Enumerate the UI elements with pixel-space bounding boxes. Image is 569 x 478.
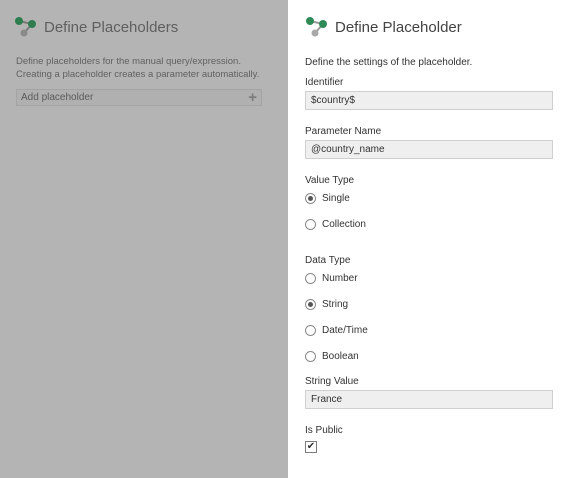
data-type-datetime-radio[interactable]: Date/Time [305,325,368,336]
dialog-header: Define Placeholder [305,15,462,39]
dialog-description: Define the settings of the placeholder. [305,57,473,68]
define-placeholder-dialog: Define Placeholder Define the settings o… [288,0,569,478]
identifier-label: Identifier [305,77,344,88]
value-type-label: Value Type [305,175,355,186]
radio-label: Date/Time [322,325,368,336]
data-type-boolean-radio[interactable]: Boolean [305,351,359,362]
string-value-label: String Value [305,376,359,387]
left-panel-header: Define Placeholders [14,15,178,39]
define-placeholders-panel: Define Placeholders Define placeholders … [0,0,285,478]
description-line-1: Define placeholders for the manual query… [16,56,241,67]
string-value-field[interactable]: France [305,390,553,409]
left-panel-title: Define Placeholders [44,18,179,36]
add-placeholder-label: Add placeholder [21,92,94,103]
radio-button[interactable] [305,351,316,362]
value-type-single-radio[interactable]: Single [305,193,350,204]
radio-button[interactable] [305,193,316,204]
radio-button[interactable] [305,273,316,284]
is-public-label: Is Public [305,425,343,436]
value-type-collection-radio[interactable]: Collection [305,219,366,230]
parameter-name-field[interactable]: @country_name [305,140,553,159]
data-type-string-radio[interactable]: String [305,299,348,310]
identifier-field[interactable]: $country$ [305,91,553,110]
is-public-checkbox[interactable]: ✔ [305,441,317,453]
radio-label: Single [322,193,350,204]
checkmark-icon: ✔ [306,441,316,452]
plus-icon[interactable]: + [248,90,257,105]
radio-button[interactable] [305,219,316,230]
radio-label: Boolean [322,351,359,362]
parameter-name-label: Parameter Name [305,126,382,137]
radio-label: String [322,299,349,310]
placeholder-logo-icon [15,17,36,37]
radio-label: Collection [322,219,366,230]
radio-label: Number [322,273,358,284]
description-line-2: Creating a placeholder creates a paramet… [16,69,260,80]
data-type-label: Data Type [305,255,351,266]
radio-button[interactable] [305,325,316,336]
placeholder-logo-icon [306,17,327,37]
data-type-number-radio[interactable]: Number [305,273,358,284]
radio-button[interactable] [305,299,316,310]
add-placeholder-button[interactable]: Add placeholder + [16,89,262,106]
dialog-title: Define Placeholder [335,18,462,36]
left-panel-description: Define placeholders for the manual query… [16,55,271,81]
